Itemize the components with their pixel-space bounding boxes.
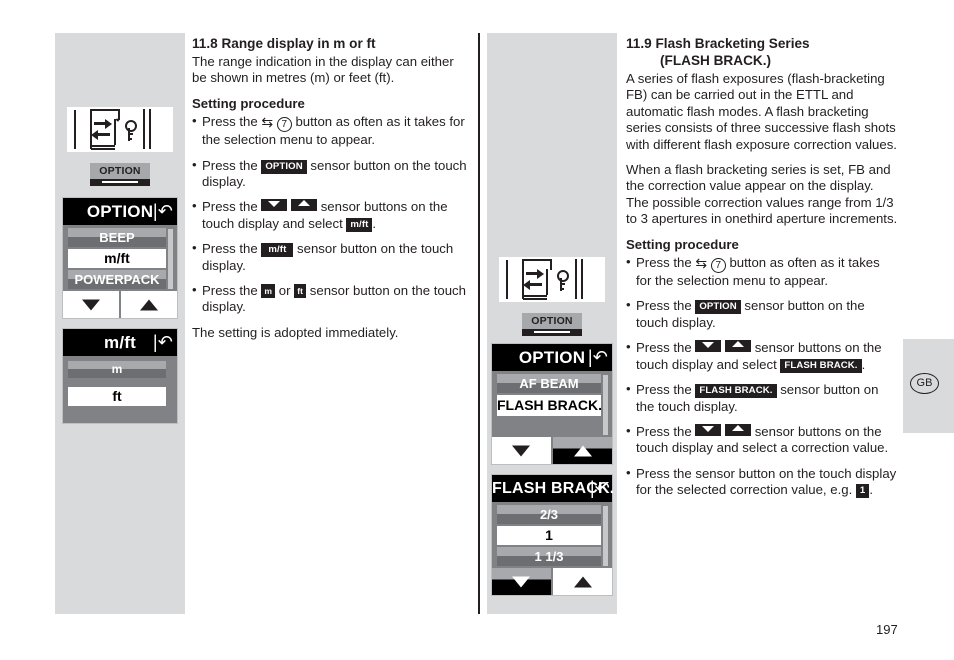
option-badge-icon: OPTION — [695, 300, 741, 315]
option-button-underline — [102, 180, 138, 183]
lcd-row-beep[interactable]: BEEP — [68, 228, 166, 247]
flash-brack-badge-icon: FLASH BRACK. — [695, 384, 777, 399]
section-11-8-heading: 11.8 Range display in m or ft — [192, 36, 376, 51]
section-11-9-procedure-heading: Setting procedure — [626, 236, 739, 252]
button-seven-icon: 7 — [276, 117, 292, 133]
lcd-nav-down-button[interactable] — [492, 568, 551, 595]
up-arrow-icon — [140, 299, 159, 310]
lcd-nav-down-button[interactable] — [492, 437, 551, 464]
ft-badge-icon: ft — [294, 284, 307, 299]
option-button-underline — [534, 330, 570, 333]
step-item: Press the sensor buttons on the touch di… — [192, 198, 470, 232]
section-11-8-intro: The range indication in the display can … — [192, 54, 454, 86]
back-arrow-icon[interactable]: |↶ — [153, 198, 173, 225]
lcd-scrollbar[interactable] — [603, 375, 608, 435]
mft-badge-icon: m/ft — [346, 217, 373, 232]
column-divider — [478, 33, 480, 614]
back-arrow-icon[interactable]: |↶ — [590, 475, 610, 502]
section-11-8-closing: The setting is adopted immediately. — [192, 324, 399, 340]
back-arrow-icon[interactable]: |↶ — [153, 329, 173, 356]
lcd-nav-bar — [492, 568, 612, 595]
lcd-flash-brack-menu[interactable]: FLASH BRACK. |↶ 2/3 1 1 1/3 — [491, 474, 614, 596]
step-item: Press the m or ft sensor button on the t… — [192, 282, 470, 316]
flash-brack-badge-icon: FLASH BRACK. — [780, 358, 862, 373]
step-item: Press the FLASH BRACK. sensor button on … — [626, 381, 898, 415]
lcd-title: OPTION |↶ — [492, 344, 612, 371]
step-item: Press the OPTION sensor button on the to… — [626, 297, 898, 331]
option-button-label: OPTION — [522, 313, 582, 329]
step-item: Press the m/ft sensor button on the touc… — [192, 240, 470, 274]
lcd-nav-up-button[interactable] — [121, 291, 177, 318]
section-11-8: 11.8 Range display in m or ft The range … — [192, 35, 470, 350]
lcd-row-one-and-third[interactable]: 1 1/3 — [497, 547, 601, 566]
flash-device-illustration-left — [67, 107, 173, 152]
down-arrow-icon — [81, 299, 100, 310]
lcd-row-ft[interactable]: ft — [68, 387, 166, 406]
up-arrow-icon — [725, 423, 752, 436]
step-item: Press the sensor buttons on the touch di… — [626, 339, 898, 373]
up-arrow-icon — [573, 445, 592, 456]
lcd-row-af-beam[interactable]: AF BEAM — [497, 374, 601, 393]
value-one-badge-icon: 1 — [855, 484, 870, 499]
step-item: Press the ⇆ 7 button as often as it take… — [192, 113, 470, 148]
lcd-title: m/ft |↶ — [63, 329, 177, 356]
lcd-option-menu-middle[interactable]: OPTION |↶ AF BEAM FLASH BRACK. — [491, 343, 613, 465]
section-11-9-heading: 11.9 Flash Bracketing Series (FLASH BRAC… — [626, 35, 898, 69]
section-11-8-procedure-heading: Setting procedure — [192, 95, 305, 111]
up-arrow-icon — [573, 576, 592, 587]
lcd-title: FLASH BRACK. |↶ — [492, 475, 614, 502]
section-11-9: 11.9 Flash Bracketing Series (FLASH BRAC… — [626, 35, 898, 508]
down-arrow-icon — [512, 445, 531, 456]
down-arrow-icon — [261, 199, 288, 212]
swap-icon: ⇆ — [261, 114, 274, 131]
lcd-row-mft[interactable]: m/ft — [68, 249, 166, 268]
option-badge-icon: OPTION — [261, 159, 307, 174]
lcd-row-flash-brack[interactable]: FLASH BRACK. — [497, 395, 602, 416]
section-11-9-para1: A series of flash exposures (flash-brack… — [626, 71, 897, 152]
section-11-9-heading-line1: 11.9 Flash Bracketing Series — [626, 36, 810, 51]
m-badge-icon: m — [261, 284, 276, 299]
lcd-scrollbar[interactable] — [603, 506, 608, 566]
up-arrow-icon — [291, 199, 318, 212]
lcd-nav-down-button[interactable] — [63, 291, 119, 318]
step-item: Press the sensor buttons on the touch di… — [626, 423, 898, 457]
option-sensor-button-left[interactable]: OPTION — [90, 163, 150, 186]
option-sensor-button-middle[interactable]: OPTION — [522, 313, 582, 336]
lcd-row-m[interactable]: m — [68, 361, 166, 378]
lcd-option-menu-left[interactable]: OPTION |↶ BEEP m/ft POWERPACK — [62, 197, 178, 319]
down-arrow-icon — [512, 576, 531, 587]
lcd-nav-up-button[interactable] — [553, 437, 612, 464]
option-button-label: OPTION — [90, 163, 150, 179]
lcd-title: OPTION |↶ — [63, 198, 177, 225]
button-seven-icon: 7 — [710, 258, 726, 274]
back-arrow-icon[interactable]: |↶ — [588, 344, 608, 371]
section-11-9-para2: When a flash bracketing series is set, F… — [626, 162, 898, 227]
lcd-row-powerpack[interactable]: POWERPACK — [68, 270, 166, 289]
lcd-scrollbar[interactable] — [168, 229, 173, 289]
lcd-mft-menu-left[interactable]: m/ft |↶ m ft — [62, 328, 178, 424]
gb-badge: GB — [910, 373, 939, 394]
swap-icon: ⇆ — [695, 255, 708, 272]
mft-badge-icon: m/ft — [261, 243, 294, 258]
step-item: Press the OPTION sensor button on the to… — [192, 157, 470, 191]
section-11-9-heading-line2: (FLASH BRACK.) — [660, 53, 772, 68]
down-arrow-icon — [695, 423, 722, 436]
lcd-nav-up-button[interactable] — [553, 568, 612, 595]
step-item: Press the ⇆ 7 button as often as it take… — [626, 254, 898, 289]
section-11-9-steps: Press the ⇆ 7 button as often as it take… — [626, 254, 898, 499]
lcd-row-one[interactable]: 1 — [497, 526, 601, 545]
flash-device-illustration-middle — [499, 257, 605, 302]
up-arrow-icon — [725, 340, 752, 353]
lcd-row-two-thirds[interactable]: 2/3 — [497, 505, 601, 524]
section-11-8-steps: Press the ⇆ 7 button as often as it take… — [192, 113, 470, 316]
page-number: 197 — [876, 622, 898, 637]
step-item: Press the sensor button on the touch dis… — [626, 465, 898, 499]
lcd-nav-bar — [63, 291, 177, 318]
down-arrow-icon — [695, 340, 722, 353]
lcd-nav-bar — [492, 437, 612, 464]
